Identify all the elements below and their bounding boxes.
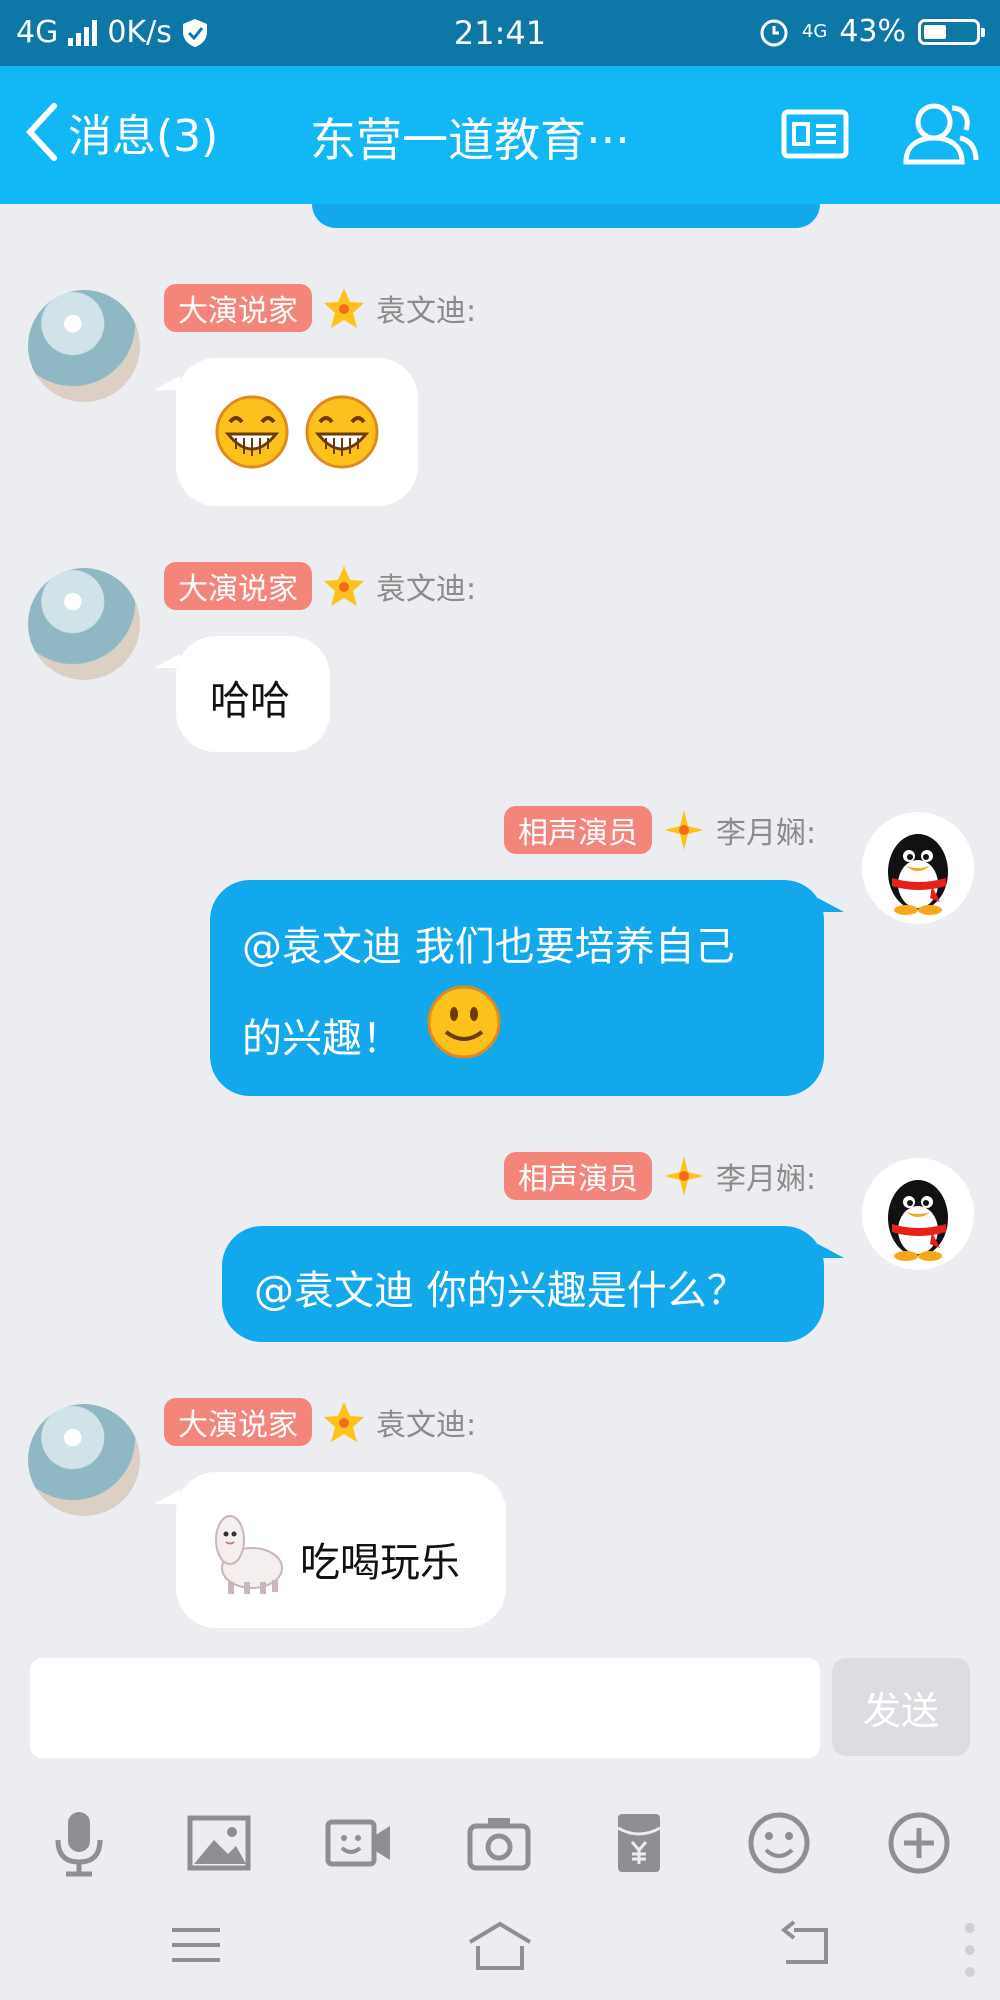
input-toolbar xyxy=(0,1790,1000,1900)
avatar[interactable] xyxy=(862,812,974,924)
star-icon xyxy=(324,566,364,606)
back-label: 消息(3) xyxy=(68,111,219,162)
message-outgoing: 相声演员 李月娴: @袁文迪 你的兴趣是什么？ xyxy=(0,1152,1000,1352)
alarm-icon xyxy=(760,19,788,46)
network-type-right: 4G xyxy=(801,21,828,42)
more-dots-icon[interactable] xyxy=(960,1920,980,1980)
avatar[interactable] xyxy=(28,290,140,402)
avatar[interactable] xyxy=(28,1404,140,1516)
composer: 发送 xyxy=(0,1640,1000,2000)
sender-name: 李月娴: xyxy=(716,1162,817,1197)
message-bubble[interactable]: @袁文迪 你的兴趣是什么？ xyxy=(222,1226,824,1342)
system-nav-bar xyxy=(0,1910,1000,2000)
sender-name: 李月娴: xyxy=(716,816,817,851)
member-title-badge: 大演说家 xyxy=(164,1398,312,1446)
star-icon xyxy=(664,1156,704,1196)
avatar[interactable] xyxy=(28,568,140,680)
home-icon[interactable] xyxy=(466,1920,534,1972)
member-title-badge: 相声演员 xyxy=(504,806,652,854)
red-packet-icon[interactable] xyxy=(604,1808,674,1878)
chevron-left-icon xyxy=(25,103,57,161)
member-title-badge: 相声演员 xyxy=(504,1152,652,1200)
message-text: @袁文迪 你的兴趣是什么？ xyxy=(254,1268,747,1314)
message-incoming: 大演说家 袁文迪: xyxy=(0,284,1000,514)
page-title: 东营一道教育··· xyxy=(310,113,630,167)
sender-name: 袁文迪: xyxy=(376,1408,477,1443)
video-icon[interactable] xyxy=(324,1808,394,1878)
smile-emoji-icon xyxy=(427,985,501,1059)
send-button[interactable]: 发送 xyxy=(832,1658,970,1756)
group-members-icon[interactable] xyxy=(900,98,980,168)
member-title-badge: 大演说家 xyxy=(164,284,312,332)
back-button[interactable]: 消息(3) xyxy=(24,100,218,164)
alpaca-emoji-icon xyxy=(215,1515,283,1594)
microphone-icon[interactable] xyxy=(44,1808,114,1878)
plus-icon[interactable] xyxy=(884,1808,954,1878)
back-nav-icon[interactable] xyxy=(780,1920,832,1970)
penguin-icon xyxy=(888,1180,948,1261)
star-icon xyxy=(324,288,364,328)
message-text-line2: 的兴趣！ xyxy=(242,1016,402,1062)
message-text-line1: @袁文迪 我们也要培养自己 xyxy=(242,924,735,970)
message-incoming: 大演说家 袁文迪: 哈哈 xyxy=(0,562,1000,762)
previous-message-bubble xyxy=(312,204,820,228)
message-bubble[interactable]: 哈哈 xyxy=(176,636,330,752)
grin-emoji-icon xyxy=(215,395,289,469)
battery-icon xyxy=(918,18,985,45)
message-bubble[interactable]: @袁文迪 我们也要培养自己 的兴趣！ xyxy=(210,880,824,1096)
menu-icon[interactable] xyxy=(170,1920,222,1970)
status-bar: 4G 0K/s 21:41 4G 43% xyxy=(0,0,1000,66)
sender-name: 袁文迪: xyxy=(376,294,477,329)
message-text: 哈哈 xyxy=(210,678,290,724)
message-outgoing: 相声演员 李月娴: @袁文迪 我们也要培养自己 的兴趣！ xyxy=(0,806,1000,1106)
camera-icon[interactable] xyxy=(464,1808,534,1878)
battery-percent: 43% xyxy=(839,14,906,49)
message-text: 吃喝玩乐 xyxy=(300,1540,460,1586)
chat-header: 消息(3) 东营一道教育··· xyxy=(0,66,1000,204)
grin-emoji-icon xyxy=(305,395,379,469)
star-icon xyxy=(664,810,704,850)
message-input[interactable] xyxy=(30,1658,820,1758)
group-profile-icon[interactable] xyxy=(780,98,850,168)
emoji-icon[interactable] xyxy=(744,1808,814,1878)
avatar[interactable] xyxy=(862,1158,974,1270)
member-title-badge: 大演说家 xyxy=(164,562,312,610)
message-incoming: 大演说家 袁文迪: 吃喝玩乐 xyxy=(0,1398,1000,1634)
message-bubble[interactable] xyxy=(176,358,418,506)
penguin-icon xyxy=(888,834,948,915)
message-bubble[interactable]: 吃喝玩乐 xyxy=(176,1472,506,1628)
star-icon xyxy=(324,1402,364,1442)
sender-name: 袁文迪: xyxy=(376,572,477,607)
image-icon[interactable] xyxy=(184,1808,254,1878)
